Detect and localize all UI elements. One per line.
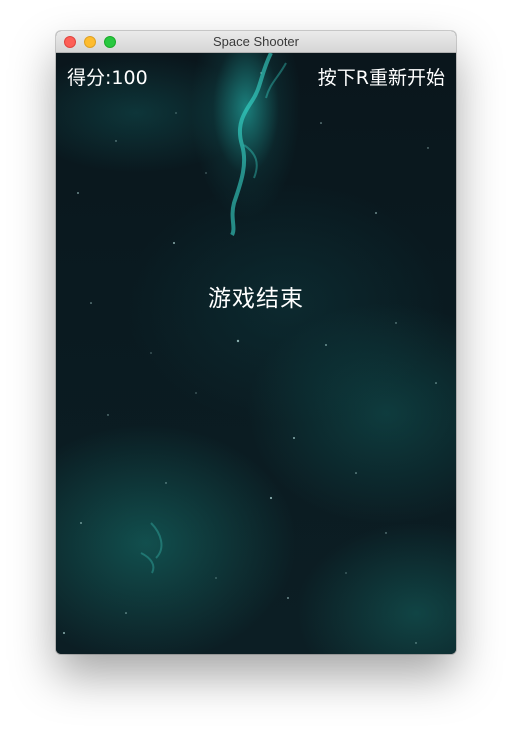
game-over-text: 游戏结束 — [208, 286, 304, 312]
game-canvas[interactable]: 得分:100 按下R重新开始 游戏结束 — [56, 53, 456, 654]
starfield-background — [63, 53, 437, 644]
title-bar[interactable]: Space Shooter — [56, 31, 456, 53]
restart-hint: 按下R重新开始 — [317, 67, 445, 89]
game-window: Space Shooter 得分:100 按下R重新开始 游戏结束 — [56, 31, 456, 654]
window-title: Space Shooter — [212, 34, 299, 49]
score-display: 得分:100 — [67, 67, 148, 89]
